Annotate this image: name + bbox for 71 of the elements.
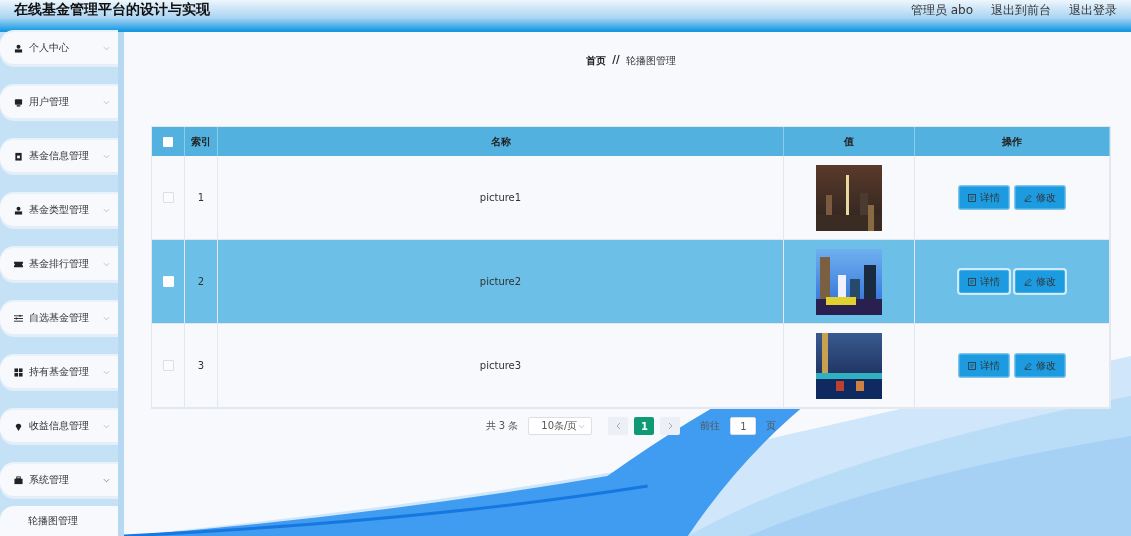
- table-cell: 2: [185, 240, 218, 324]
- grid-icon: [14, 367, 23, 377]
- details-button[interactable]: 详情: [959, 186, 1009, 209]
- edit-button[interactable]: 修改: [1015, 186, 1065, 209]
- next-page-button[interactable]: [660, 417, 681, 435]
- pin-icon: [14, 421, 23, 431]
- document-icon: [968, 193, 976, 202]
- table-cell: picture2: [218, 240, 784, 324]
- table-cell: picture1: [218, 156, 784, 240]
- page-button[interactable]: 1: [634, 417, 655, 435]
- document-icon: [968, 361, 976, 370]
- column-header: 索引: [185, 127, 218, 156]
- chevron-left-icon: [615, 422, 621, 430]
- sidebar-item[interactable]: 个人中心: [0, 32, 118, 64]
- chevron-right-icon: [667, 422, 673, 430]
- user-label: 管理员 abo: [910, 1, 973, 19]
- chevron-icon: [103, 45, 110, 51]
- pencil-icon: [1024, 277, 1032, 286]
- table-cell: 1: [185, 156, 218, 240]
- sidebar-item[interactable]: 基金信息管理: [0, 140, 118, 172]
- ticket-icon: [14, 259, 23, 269]
- sidebar-item[interactable]: 持有基金管理: [0, 356, 118, 388]
- chevron-icon: [103, 261, 110, 267]
- chevron-icon: [578, 423, 586, 429]
- edit-button[interactable]: 修改: [1015, 354, 1065, 377]
- monitor-icon: [14, 97, 23, 107]
- goto-page-field[interactable]: 1: [730, 417, 757, 435]
- goto-label: 前往: [700, 419, 721, 433]
- details-button[interactable]: 详情: [959, 270, 1009, 293]
- select-all-checkbox[interactable]: [163, 136, 173, 147]
- chevron-icon: [103, 315, 110, 321]
- row-checkbox[interactable]: [162, 360, 174, 371]
- sidebar-item[interactable]: 收益信息管理: [0, 410, 118, 442]
- table-cell: 3: [185, 324, 218, 408]
- sidebar-item[interactable]: 系统管理: [0, 464, 118, 496]
- chevron-icon: [103, 207, 110, 213]
- app-title: 在线基金管理平台的设计与实现: [14, 1, 210, 19]
- chevron-icon: [103, 369, 110, 375]
- sidebar-subitem[interactable]: 轮播图管理: [0, 506, 118, 536]
- header-link[interactable]: 退出到前台: [991, 1, 1051, 19]
- chevron-icon: [103, 423, 110, 429]
- prev-page-button[interactable]: [608, 417, 629, 435]
- document-icon: [968, 277, 976, 286]
- edit-button[interactable]: 修改: [1015, 270, 1065, 293]
- breadcrumb-home[interactable]: 首页: [586, 54, 607, 104]
- sidebar-item[interactable]: 用户管理: [0, 86, 118, 118]
- breadcrumb-separator: //: [612, 54, 620, 67]
- sidebar-item[interactable]: 基金类型管理: [0, 194, 118, 226]
- column-header: 值: [784, 127, 915, 156]
- chevron-icon: [103, 477, 110, 483]
- table-cell: picture3: [218, 324, 784, 408]
- person-icon: [14, 205, 23, 215]
- total-count: 共 3 条: [485, 419, 519, 433]
- person-icon: [14, 43, 23, 53]
- column-header: 操作: [915, 127, 1110, 156]
- sidebar-item[interactable]: 自选基金管理: [0, 302, 118, 334]
- briefcase-icon: [14, 475, 23, 485]
- goto-suffix: 页: [766, 419, 777, 433]
- sidebar-item[interactable]: 基金排行管理: [0, 248, 118, 280]
- page-size-select[interactable]: 10条/页: [528, 417, 593, 435]
- row-checkbox[interactable]: [162, 192, 174, 203]
- header-link[interactable]: 退出登录: [1069, 1, 1117, 19]
- chevron-icon: [103, 99, 110, 105]
- chevron-icon: [103, 153, 110, 159]
- column-header: 名称: [218, 127, 784, 156]
- breadcrumb-current: 轮播图管理: [625, 54, 676, 68]
- sliders-icon: [14, 313, 23, 323]
- details-button[interactable]: 详情: [959, 354, 1009, 377]
- clipboard-icon: [14, 151, 23, 161]
- pencil-icon: [1024, 193, 1032, 202]
- pencil-icon: [1024, 361, 1032, 370]
